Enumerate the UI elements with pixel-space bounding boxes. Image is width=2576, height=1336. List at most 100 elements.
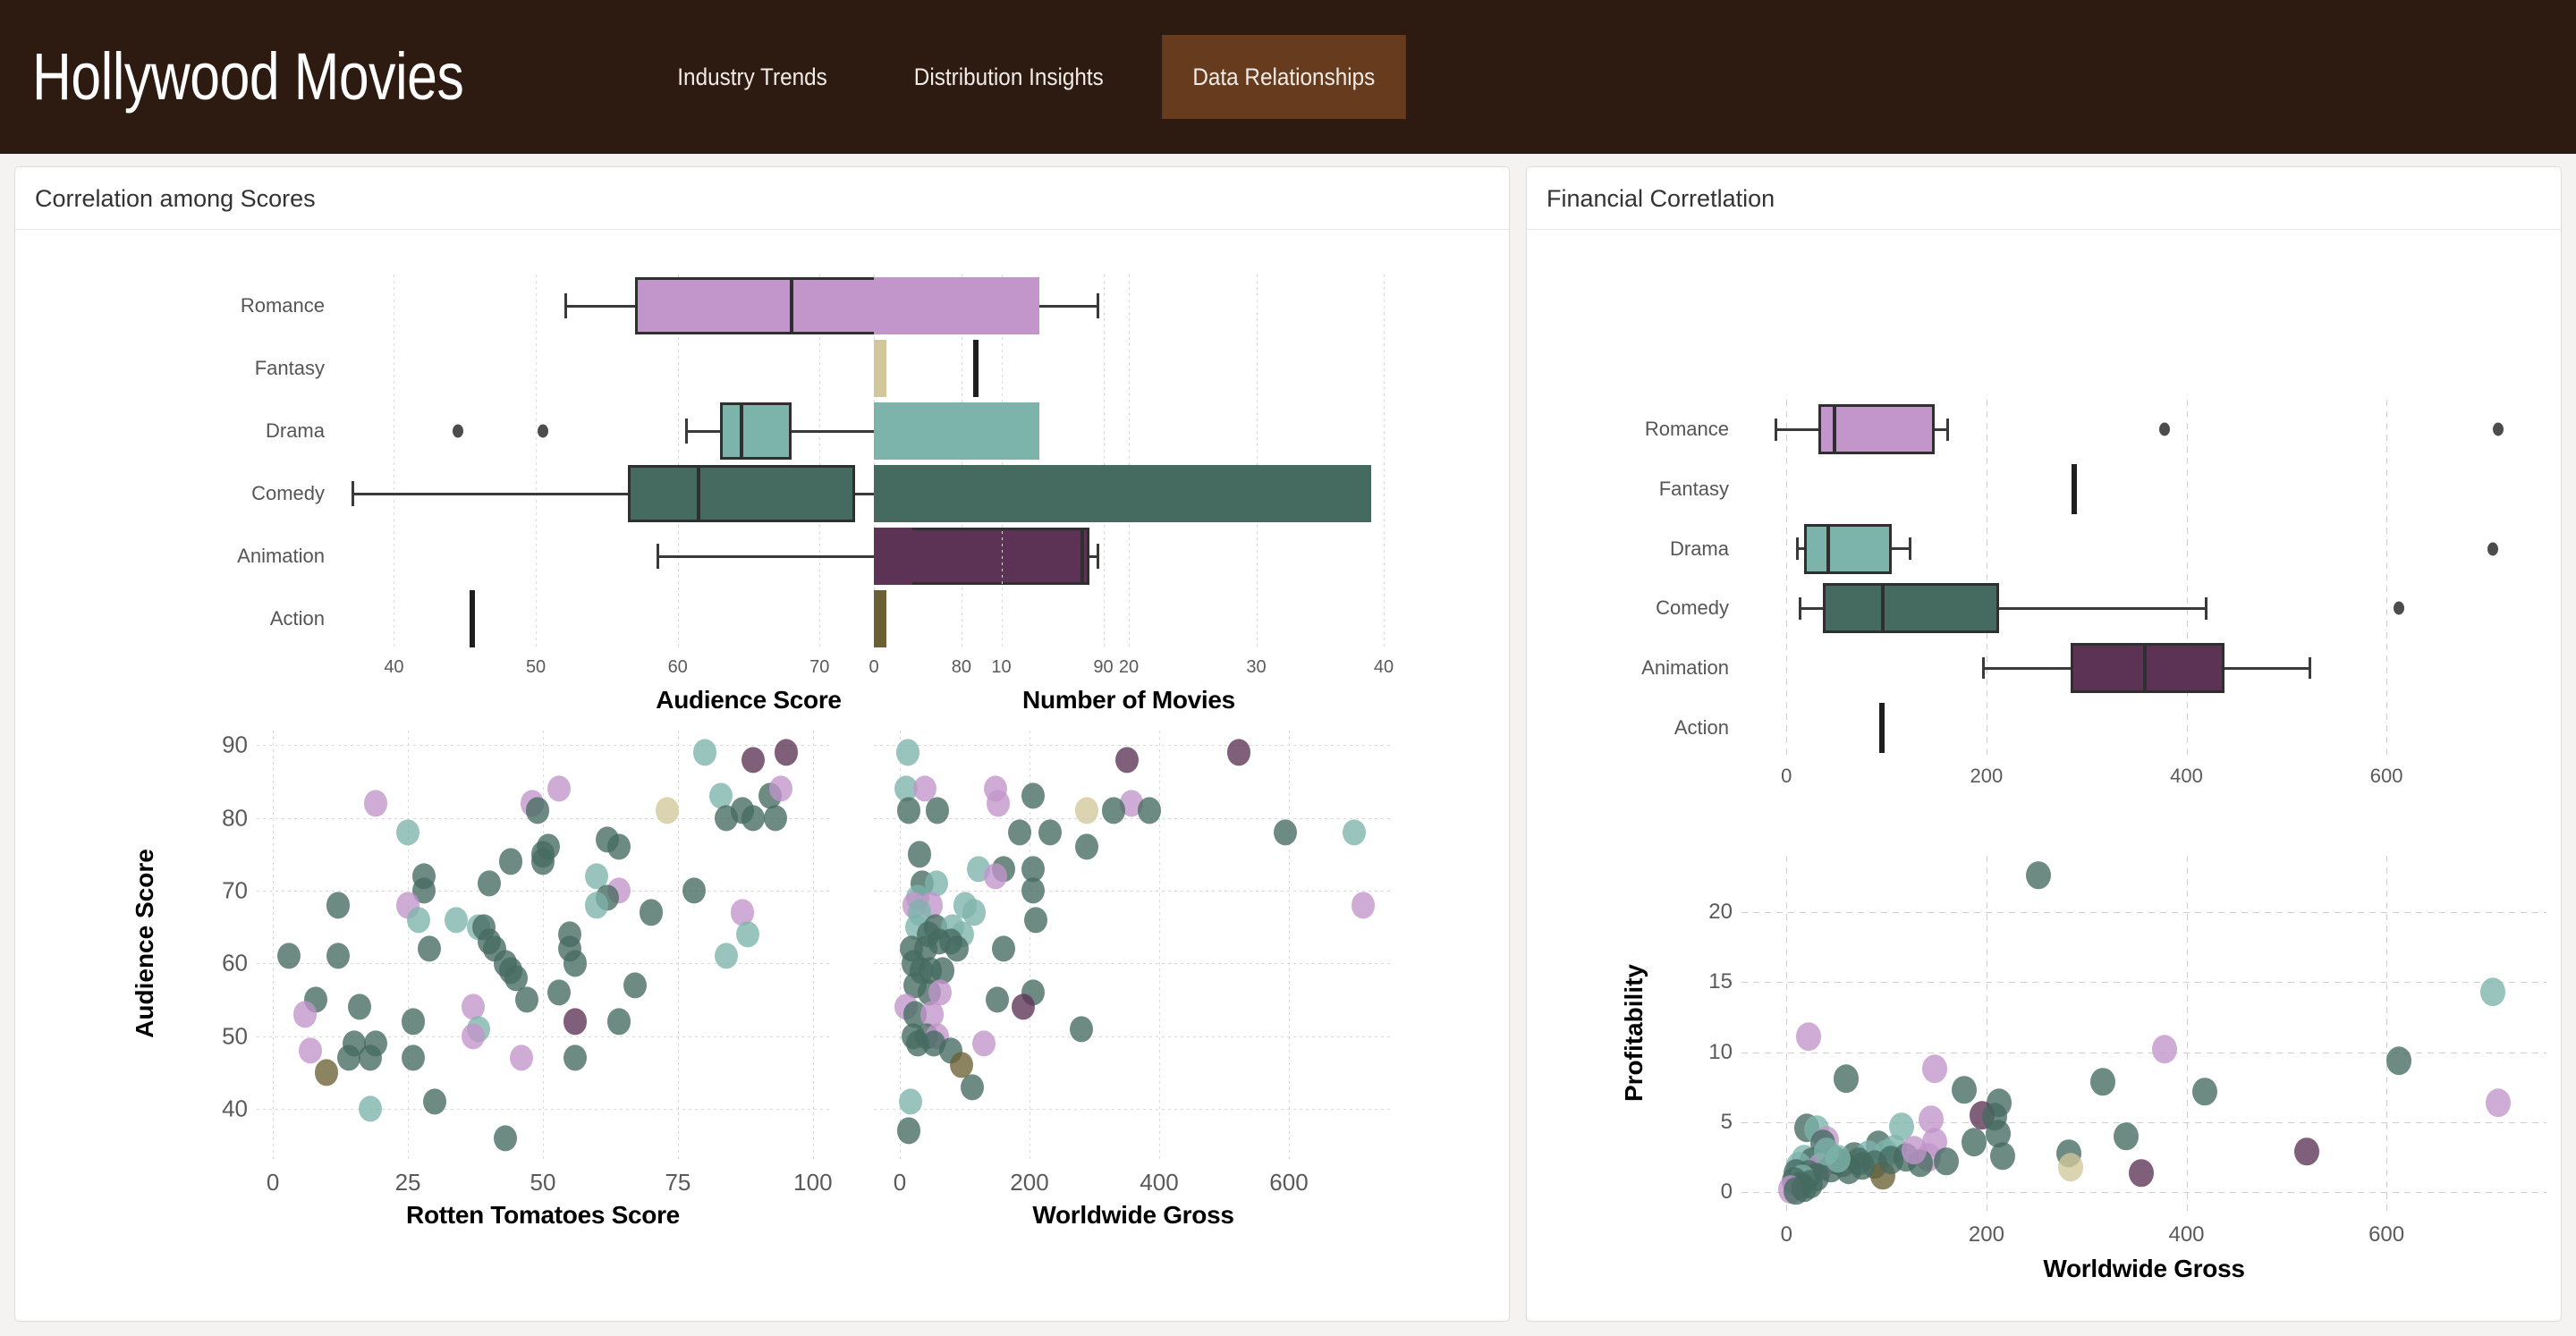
scatter-point: [898, 1088, 922, 1115]
scatter-point: [655, 797, 679, 824]
x-tick-label: 50: [525, 657, 547, 677]
x-tick-label: 400: [2168, 1222, 2205, 1247]
scatter-point: [585, 892, 609, 918]
x-axis-title: Worldwide Gross: [2043, 1255, 2245, 1282]
gridline-horizontal: [1741, 1192, 2546, 1194]
scatter-point: [1021, 782, 1045, 809]
nav-tab-data-relationships[interactable]: Data Relationships: [1162, 35, 1406, 119]
scatter-point: [623, 972, 647, 999]
box-category-label-action: Action: [1674, 715, 1729, 739]
box-category-label-animation: Animation: [1641, 656, 1729, 679]
box-rect-animation: [2070, 643, 2224, 693]
y-tick-label: 10: [1708, 1039, 1733, 1064]
box-rect-drama: [1804, 523, 1892, 574]
rotten-vs-audience-scatter: 0 25 50 75 100 40 50 60 70 80 90 Rotten Tomatoes Sc…: [131, 731, 833, 1229]
box-single-action: [469, 590, 475, 647]
y-tick-label: 15: [1708, 969, 1733, 994]
scatter-point: [498, 848, 522, 875]
scatter-point: [396, 819, 420, 846]
y-tick-label: 20: [1708, 899, 1733, 924]
gridline-vertical: [408, 731, 410, 1160]
y-tick-label: 80: [222, 804, 248, 832]
scatter-point: [1850, 1151, 1876, 1180]
x-tick-label: 40: [384, 657, 404, 677]
scatter-point: [897, 797, 921, 824]
scatter-point: [277, 943, 301, 969]
bar-romance: [874, 277, 1040, 334]
scatter-point: [1952, 1076, 1978, 1104]
box-category-label-drama: Drama: [265, 419, 325, 442]
gridline-vertical: [2186, 856, 2188, 1213]
scatter-point: [336, 1044, 360, 1071]
scatter-point: [326, 943, 350, 969]
box-category-label-action: Action: [269, 607, 325, 630]
x-tick-label: 0: [893, 1169, 907, 1196]
scatter-point: [564, 950, 588, 977]
box-rect-comedy: [628, 465, 855, 522]
x-tick-label: 90: [1093, 657, 1114, 677]
scatter-point: [477, 870, 501, 897]
scatter-point: [987, 790, 1011, 816]
scatter-point: [493, 1124, 517, 1152]
x-tick-label: 200: [1010, 1169, 1049, 1196]
x-tick-label: 200: [1968, 1222, 2004, 1247]
scatter-point: [525, 797, 549, 824]
box-median-drama: [1826, 523, 1831, 574]
box-outlier-romance: [2493, 422, 2504, 436]
profitability-vs-gross-scatter: 0 200 400 600 0 5 10 15 20 Worldwide Gross Profita…: [1620, 856, 2546, 1282]
scatter-point: [961, 1074, 985, 1101]
scatter-point: [326, 892, 350, 918]
scatter-point: [564, 1008, 588, 1036]
gridline-vertical: [1129, 275, 1130, 650]
gridline-vertical: [1159, 731, 1160, 1160]
y-tick-label: 40: [222, 1095, 248, 1122]
box-category-label-romance: Romance: [240, 294, 325, 317]
scatter-point: [945, 935, 969, 962]
gridline-vertical: [543, 731, 544, 1160]
scatter-point: [2057, 1153, 2083, 1181]
scatter-point: [423, 1088, 447, 1115]
box-whisker-cap-comedy: [2204, 597, 2207, 620]
dashboard-body: Correlation among Scores Romance Fantasy D…: [0, 154, 2576, 1336]
x-tick-label: 75: [665, 1169, 691, 1196]
nav-tab-industry-trends[interactable]: Industry Trends: [647, 35, 858, 119]
scatter-point: [1877, 1146, 1903, 1175]
scatter-point: [299, 1037, 323, 1064]
x-tick-label: 10: [991, 657, 1012, 677]
y-tick-label: 5: [1720, 1110, 1733, 1135]
box-whisker-cap-comedy: [351, 480, 354, 507]
gross-by-genre-box: Romance Fantasy Drama Comedy Animation Action…: [1641, 400, 2546, 787]
x-tick-label: 600: [1269, 1169, 1309, 1196]
x-tick-label: 60: [667, 657, 688, 677]
gridline-vertical: [677, 731, 679, 1160]
scatter-point: [606, 1008, 631, 1036]
scatter-point: [461, 1023, 485, 1050]
nav-tab-distribution-insights[interactable]: Distribution Insights: [884, 35, 1134, 119]
bar-fantasy: [874, 340, 887, 397]
box-whisker-cap-comedy: [1798, 597, 1801, 620]
scatter-point: [1074, 833, 1098, 860]
scatter-point: [2293, 1137, 2319, 1166]
scatter-point: [2486, 1088, 2512, 1117]
scatter-point: [1792, 1174, 1818, 1203]
x-tick-label: 30: [1246, 657, 1267, 677]
scatter-point: [2479, 977, 2505, 1006]
scatter-point: [1114, 746, 1139, 774]
box-category-label-drama: Drama: [1669, 537, 1729, 560]
x-axis-title: Worldwide Gross: [1032, 1201, 1234, 1229]
box-median-romance: [1832, 404, 1836, 455]
scatter-point: [402, 1008, 426, 1036]
x-tick-label: 40: [1373, 657, 1394, 677]
scatter-point: [1070, 1015, 1093, 1043]
scatter-point: [1102, 797, 1126, 824]
gridline-horizontal: [257, 745, 829, 747]
box-category-label-fantasy: Fantasy: [254, 357, 325, 379]
scatter-point: [763, 805, 787, 832]
scatter-point: [1008, 819, 1032, 846]
scatter-point: [347, 994, 371, 1020]
x-tick-label: 100: [793, 1169, 833, 1196]
app-header: Hollywood Movies Industry Trends Distribu…: [0, 0, 2576, 154]
scatter-point: [358, 1044, 382, 1071]
scatter-point: [741, 805, 766, 832]
gridline-horizontal: [1741, 1122, 2546, 1124]
